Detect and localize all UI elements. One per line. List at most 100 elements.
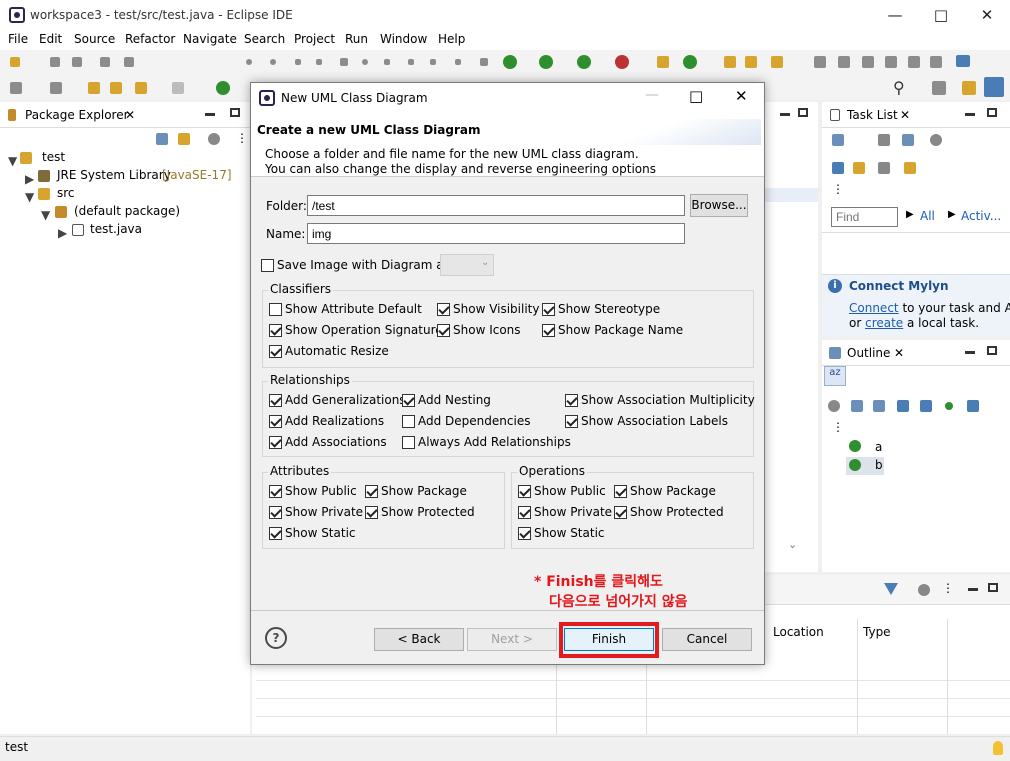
minimize-icon[interactable] [965,113,975,116]
link-editor-icon[interactable] [178,133,190,145]
menu-run[interactable]: Run [345,32,368,46]
toolbar-icon[interactable] [480,58,488,66]
checkbox[interactable] [269,527,282,540]
scroll-down-icon[interactable]: ⌄ [788,538,797,551]
maximize-icon[interactable] [987,346,997,355]
expand-icon[interactable]: ▶ [58,226,67,240]
minimize-icon[interactable] [965,351,975,354]
minimize-window-button[interactable]: — [872,0,918,30]
checkbox[interactable] [269,345,282,358]
toolbar-icon[interactable] [10,82,22,94]
menu-refactor[interactable]: Refactor [125,32,175,46]
checkbox[interactable] [542,324,555,337]
create-link[interactable]: create [865,316,903,330]
checkbox[interactable] [402,415,415,428]
outline-item[interactable]: a [875,440,882,454]
checkbox[interactable] [565,415,578,428]
toolbar-icon[interactable] [832,162,844,174]
col-type[interactable]: Type [863,625,891,639]
back-button[interactable]: < Back [374,628,464,651]
toolbar-icon[interactable] [853,162,865,174]
toolbar-icon[interactable] [316,59,322,65]
checkbox[interactable] [614,506,627,519]
expand-icon[interactable]: ▼ [41,208,50,222]
minimize-dialog-button[interactable]: — [645,87,659,103]
toolbar-icon[interactable] [110,82,122,94]
tree-item-jre[interactable]: JRE System Library [57,168,171,182]
checkbox[interactable] [614,485,627,498]
browse-button[interactable]: Browse... [690,194,748,217]
save-all-icon[interactable] [72,57,82,67]
close-tab-icon[interactable]: ✕ [125,108,135,122]
toolbar-icon[interactable] [885,56,897,68]
checkbox[interactable] [269,506,282,519]
toolbar-icon[interactable] [246,59,252,65]
minimize-icon[interactable] [968,588,978,591]
close-tab-icon[interactable]: ✕ [900,108,910,122]
toolbar-icon[interactable] [216,81,230,95]
filter-icon[interactable] [884,583,898,595]
menu-navigate[interactable]: Navigate [183,32,237,46]
maximize-icon[interactable] [798,108,808,117]
hide-nonpublic-icon[interactable] [945,402,953,410]
package-explorer-tab[interactable]: Package Explorer ✕ [0,102,250,128]
help-icon[interactable]: ? [265,627,287,649]
hide-static-icon[interactable] [920,400,932,412]
save-image-checkbox[interactable] [261,259,274,272]
toolbar-icon[interactable] [932,81,946,95]
tree-item-package[interactable]: (default package) [74,204,180,218]
toolbar-icon[interactable] [430,59,436,65]
name-input[interactable] [307,223,685,244]
checkbox[interactable] [518,527,531,540]
expand-icon[interactable]: ▼ [8,154,17,168]
close-dialog-button[interactable]: ✕ [735,87,748,105]
filter-icon[interactable] [208,133,220,145]
toolbar-icon[interactable] [295,59,301,65]
notification-icon[interactable] [993,741,1003,755]
view-menu-icon[interactable]: ⋮ [942,581,954,595]
cancel-button[interactable]: Cancel [662,628,752,651]
maximize-icon[interactable] [987,108,997,117]
java-perspective-icon[interactable] [962,81,976,95]
tree-item-project[interactable]: test [42,150,65,164]
menu-search[interactable]: Search [244,32,285,46]
sort-icon[interactable] [873,400,885,412]
next-button[interactable]: Next > [467,628,557,651]
toolbar-icon[interactable] [967,400,979,412]
checkbox[interactable] [518,485,531,498]
save-icon[interactable] [50,57,60,67]
collapse-icon[interactable] [851,400,863,412]
toolbar-icon[interactable] [50,82,62,94]
checkbox[interactable] [518,506,531,519]
collapse-all-icon[interactable] [156,133,168,145]
outline-tab[interactable]: Outline ✕ [822,340,1010,366]
toolbar-icon[interactable] [270,59,276,65]
run-coverage-icon[interactable] [577,55,591,69]
checkbox[interactable] [437,324,450,337]
forward-icon[interactable] [172,82,184,94]
menu-help[interactable]: Help [438,32,465,46]
outline-item[interactable]: b [875,458,883,472]
sort-icon[interactable]: az [824,366,846,386]
checkbox[interactable] [269,394,282,407]
checkbox[interactable] [269,436,282,449]
external-tools-icon[interactable] [615,55,629,69]
toolbar-icon[interactable] [88,82,100,94]
search-tool-icon[interactable] [771,56,783,68]
toolbar-icon[interactable] [340,58,348,66]
checkbox[interactable] [365,485,378,498]
open-folder-icon[interactable] [745,56,757,68]
toolbar-icon[interactable] [862,56,874,68]
search-icon[interactable]: ⚲ [893,78,905,97]
open-type-icon[interactable] [724,56,736,68]
menu-edit[interactable]: Edit [39,32,62,46]
close-window-button[interactable]: ✕ [964,0,1010,30]
minimize-icon[interactable] [780,113,790,116]
toolbar-icon[interactable] [902,134,914,146]
expand-icon[interactable]: ▶ [25,172,34,186]
toolbar-icon[interactable] [904,162,916,174]
connect-link[interactable]: Connect [849,301,899,315]
debug-perspective-icon[interactable] [984,77,1004,97]
toolbar-icon[interactable] [828,400,840,412]
checkbox[interactable] [269,415,282,428]
